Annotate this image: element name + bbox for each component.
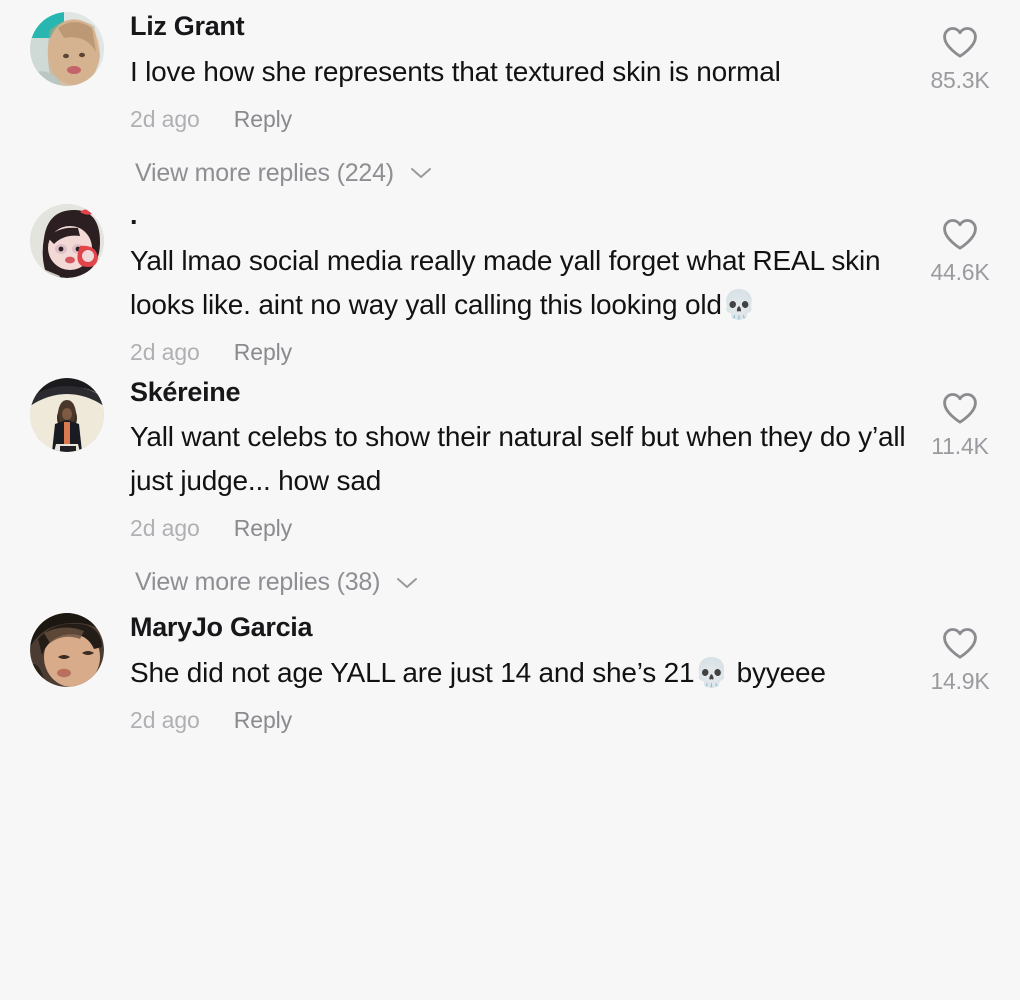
- comment-username[interactable]: .: [130, 201, 908, 229]
- view-more-replies-button-2[interactable]: View more replies (38): [0, 568, 1020, 597]
- comment-text: Yall want celebs to show their natural s…: [130, 421, 906, 497]
- avatar-maryjo-garcia[interactable]: [30, 613, 104, 688]
- comment-meta-row: 2d ago Reply: [130, 515, 908, 542]
- avatar-skereine[interactable]: [30, 377, 104, 452]
- reply-button[interactable]: Reply: [234, 515, 292, 542]
- comment-username[interactable]: Skéreine: [130, 376, 908, 410]
- avatar-image: [30, 377, 104, 452]
- avatar-image: [30, 613, 104, 688]
- comment-block-2: Skéreine Yall want celebs to show their …: [0, 366, 1020, 598]
- like-count: 14.9K: [930, 668, 990, 695]
- like-count: 11.4K: [931, 432, 989, 459]
- avatar-image: [30, 12, 104, 86]
- view-more-replies-label: View more replies (38): [135, 568, 381, 597]
- like-count: 44.6K: [930, 258, 990, 285]
- reply-button[interactable]: Reply: [234, 106, 292, 133]
- comment-body: Skéreine Yall want celebs to show their …: [104, 376, 918, 543]
- heart-outline-icon[interactable]: [940, 388, 980, 428]
- comment-username[interactable]: Liz Grant: [130, 10, 908, 44]
- comment-body: Liz Grant I love how she represents that…: [104, 10, 918, 133]
- comment-text: Yall lmao social media really made yall …: [130, 244, 881, 320]
- comment-text: She did not age YALL are just 14 and she…: [130, 657, 826, 689]
- comment-meta-row: 2d ago Reply: [130, 339, 908, 366]
- comment-row: Liz Grant I love how she represents that…: [0, 0, 1020, 133]
- comment-timestamp: 2d ago: [130, 706, 200, 733]
- comment-username[interactable]: MaryJo Garcia: [130, 611, 908, 645]
- comment-block-1: . Yall lmao social media really made yal…: [0, 192, 1020, 366]
- reply-button[interactable]: Reply: [234, 707, 292, 734]
- comment-meta-row: 2d ago Reply: [130, 106, 908, 133]
- avatar-image: [30, 203, 104, 278]
- comment-timestamp: 2d ago: [130, 515, 200, 542]
- comment-body: . Yall lmao social media really made yal…: [104, 201, 918, 366]
- view-more-replies-label: View more replies (224): [135, 158, 394, 187]
- comment-row: . Yall lmao social media really made yal…: [0, 192, 1020, 366]
- avatar-dot-user[interactable]: [30, 203, 104, 278]
- comment-body: MaryJo Garcia She did not age YALL are j…: [104, 611, 918, 734]
- comment-meta-row: 2d ago Reply: [130, 707, 908, 734]
- comment-block-3: MaryJo Garcia She did not age YALL are j…: [0, 601, 1020, 734]
- like-column: 14.9K: [918, 611, 1002, 695]
- heart-outline-icon[interactable]: [940, 22, 980, 62]
- like-column: 44.6K: [918, 202, 1002, 286]
- like-column: 11.4K: [918, 376, 1002, 460]
- view-more-replies-button-0[interactable]: View more replies (224): [0, 159, 1020, 188]
- comment-row: MaryJo Garcia She did not age YALL are j…: [0, 601, 1020, 734]
- comment-row: Skéreine Yall want celebs to show their …: [0, 366, 1020, 543]
- like-count: 85.3K: [930, 67, 990, 93]
- comment-timestamp: 2d ago: [130, 338, 200, 365]
- comments-feed: Liz Grant I love how she represents that…: [0, 0, 1020, 1000]
- comment-text: I love how she represents that textured …: [130, 55, 781, 87]
- avatar-liz-grant[interactable]: [30, 12, 104, 86]
- reply-button[interactable]: Reply: [234, 339, 292, 366]
- chevron-down-icon: [410, 166, 432, 180]
- chevron-down-icon: [396, 576, 418, 590]
- comment-timestamp: 2d ago: [130, 105, 200, 132]
- comment-block-0: Liz Grant I love how she represents that…: [0, 0, 1020, 188]
- like-column: 85.3K: [918, 10, 1002, 94]
- heart-outline-icon[interactable]: [940, 214, 980, 254]
- heart-outline-icon[interactable]: [940, 623, 980, 663]
